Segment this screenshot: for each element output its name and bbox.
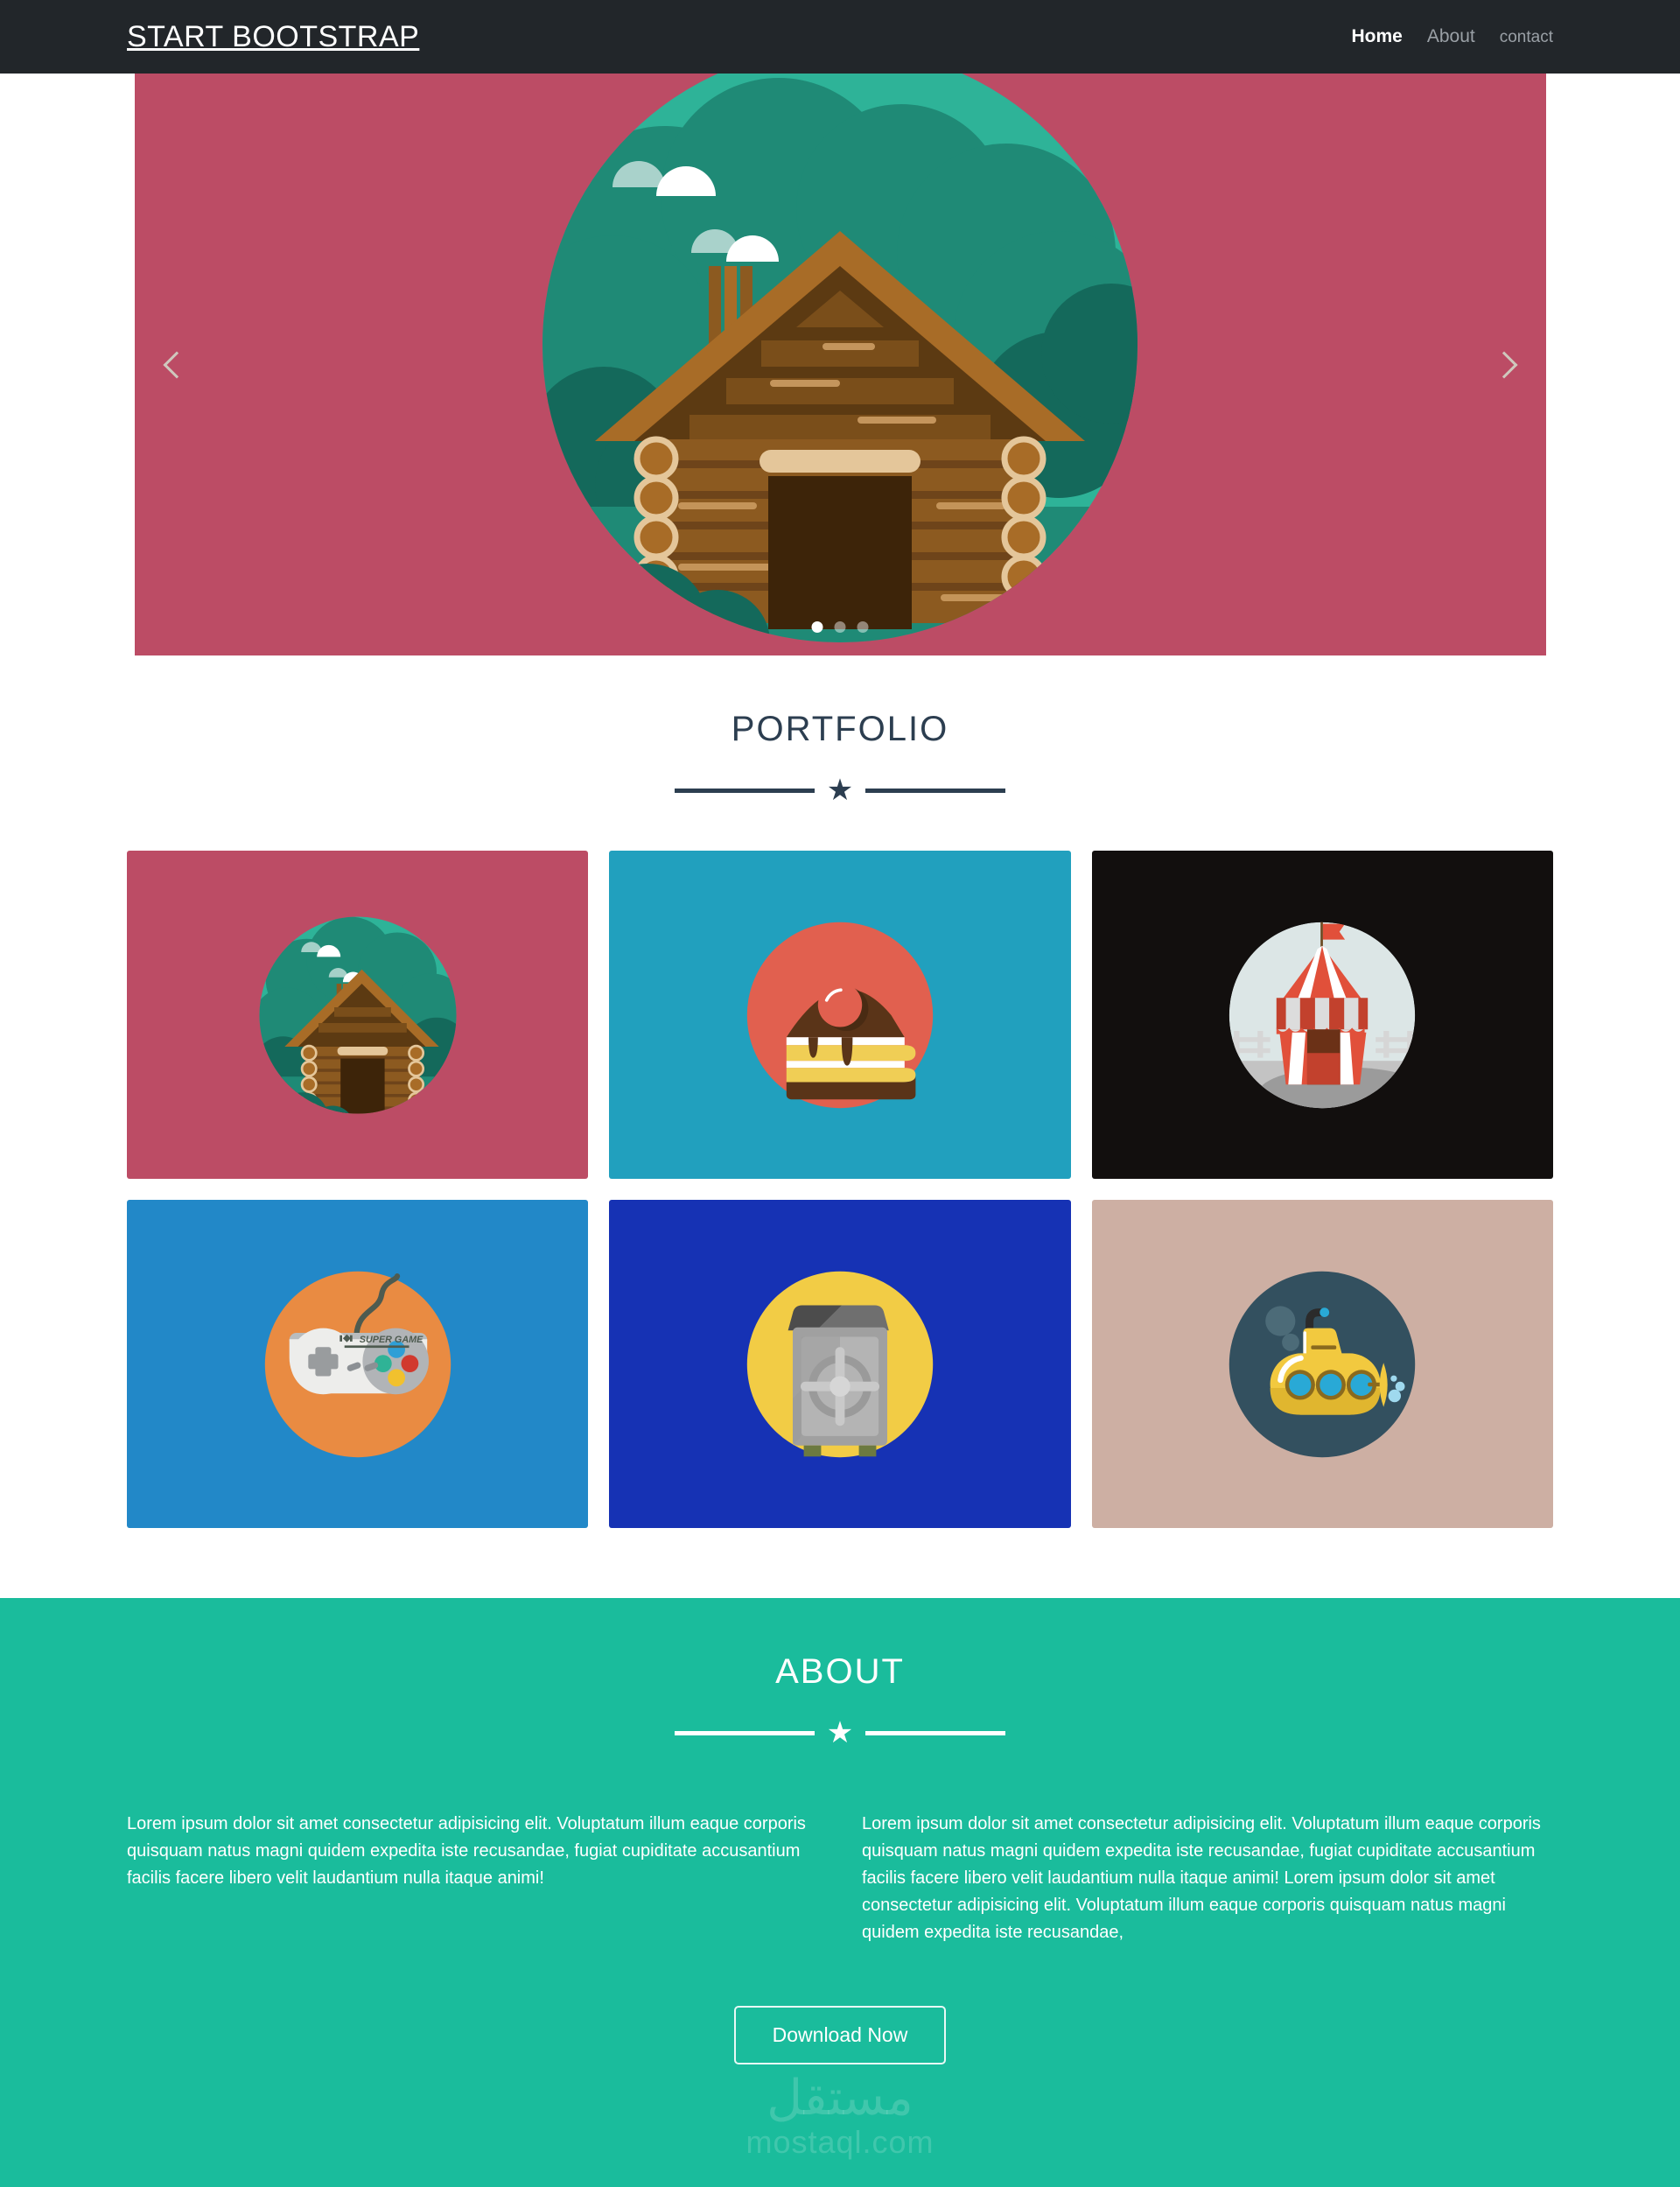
circus-tent-icon (1229, 922, 1416, 1108)
about-divider: ★ (0, 1718, 1680, 1748)
star-icon: ★ (826, 774, 854, 807)
watermark-latin-text: mostaql.com (746, 2123, 934, 2160)
portfolio-title: PORTFOLIO (731, 710, 949, 748)
carousel-prev-button[interactable] (154, 342, 200, 388)
portfolio-item-game-controller[interactable]: SUPER GAME (127, 1200, 589, 1528)
carousel-slide-cabin-image (542, 74, 1138, 642)
portfolio-item-submarine[interactable] (1091, 1200, 1553, 1528)
carousel-indicator-1[interactable] (811, 621, 823, 633)
nav-link-about[interactable]: About (1427, 26, 1475, 47)
about-paragraph-right: Lorem ipsum dolor sit amet consectetur a… (862, 1814, 1541, 1942)
portfolio-item-cake[interactable] (609, 851, 1071, 1179)
download-button-row: Download Now (0, 2006, 1680, 2064)
star-icon: ★ (826, 1716, 854, 1749)
portfolio-grid: SUPER GAME (127, 851, 1553, 1528)
carousel-indicators (811, 621, 869, 633)
submarine-icon (1229, 1271, 1416, 1457)
portfolio-item-circus-tent[interactable] (1091, 851, 1553, 1179)
carousel (134, 74, 1546, 655)
divider-bar-left (674, 788, 815, 793)
carousel-indicator-2[interactable] (834, 621, 846, 633)
about-columns: Lorem ipsum dolor sit amet consectetur a… (0, 1748, 1680, 1946)
chevron-right-icon (1489, 350, 1518, 379)
carousel-section (0, 74, 1680, 655)
svg-text:SUPER GAME: SUPER GAME (359, 1334, 423, 1344)
nav-links: Home About contact (1351, 26, 1553, 47)
portfolio-divider: ★ (127, 775, 1553, 805)
watermark-arabic-text: مستقل (766, 2070, 914, 2127)
about-section: ABOUT ★ Lorem ipsum dolor sit amet conse… (0, 1598, 1680, 2187)
top-navbar: START BOOTSTRAP Home About contact (0, 0, 1680, 74)
portfolio-item-safe[interactable] (609, 1200, 1071, 1528)
cabin-icon (259, 916, 457, 1113)
divider-bar-right (865, 1730, 1006, 1735)
cake-slice-icon (746, 922, 934, 1108)
chevron-left-icon (162, 350, 191, 379)
nav-link-contact[interactable]: contact (1500, 28, 1553, 47)
safe-icon (746, 1271, 934, 1457)
about-title: ABOUT (775, 1652, 905, 1691)
about-paragraph-left: Lorem ipsum dolor sit amet consectetur a… (127, 1814, 806, 1888)
carousel-indicator-3[interactable] (857, 621, 869, 633)
divider-bar-left (674, 1730, 815, 1735)
portfolio-section: PORTFOLIO ★ SUPER GAME (0, 655, 1680, 1598)
nav-link-home[interactable]: Home (1351, 26, 1402, 47)
download-now-button[interactable]: Download Now (733, 2006, 947, 2064)
game-controller-icon: SUPER GAME (264, 1271, 451, 1457)
mostaql-watermark: مستقل mostaql.com (0, 2070, 1680, 2178)
portfolio-item-cabin[interactable] (127, 851, 589, 1179)
carousel-next-button[interactable] (1481, 342, 1527, 388)
brand-logo[interactable]: START BOOTSTRAP (127, 20, 419, 54)
divider-bar-right (865, 788, 1006, 793)
